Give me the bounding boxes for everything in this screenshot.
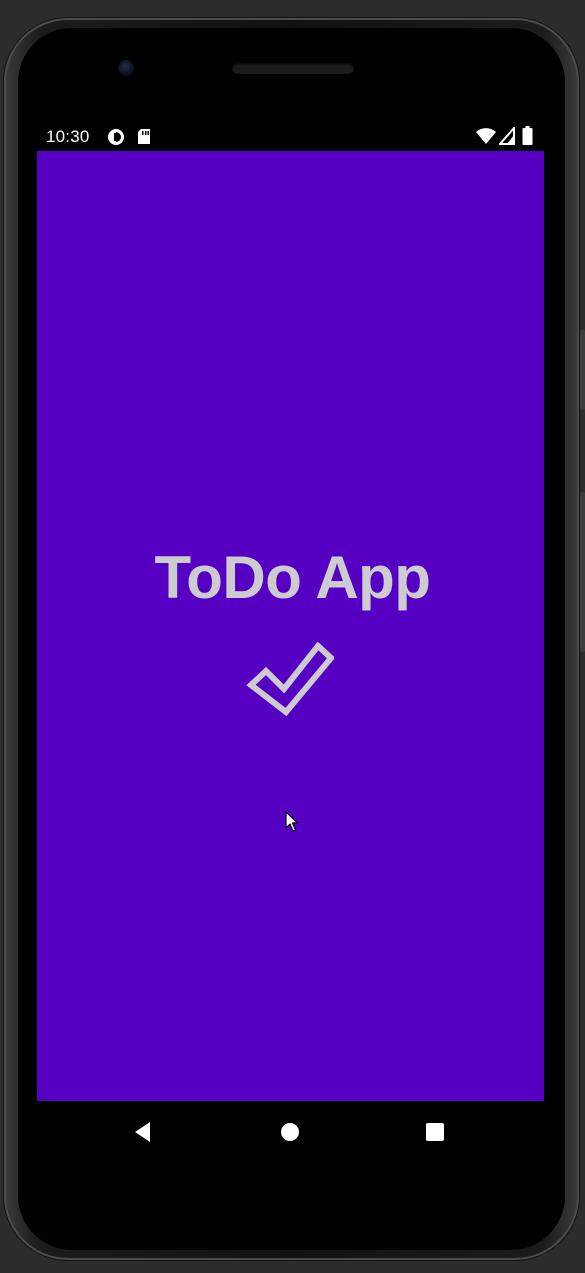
front-camera — [118, 60, 134, 76]
power-button — [580, 330, 585, 410]
status-bar: 10:30 — [37, 122, 544, 151]
recents-icon[interactable] — [422, 1119, 448, 1145]
wifi-icon — [476, 127, 496, 150]
back-icon[interactable] — [130, 1119, 156, 1145]
home-icon[interactable] — [277, 1119, 303, 1145]
mouse-cursor-icon — [285, 811, 299, 838]
app-title: ToDo App — [154, 544, 431, 611]
data-saver-icon — [107, 128, 125, 151]
signal-icon — [497, 125, 515, 150]
status-time: 10:30 — [46, 127, 90, 146]
sd-card-icon — [137, 128, 151, 150]
battery-icon — [522, 126, 533, 151]
check-icon — [246, 641, 336, 721]
earpiece-speaker — [232, 63, 354, 74]
navigation-bar — [37, 1101, 544, 1161]
splash-screen — [37, 151, 544, 1101]
